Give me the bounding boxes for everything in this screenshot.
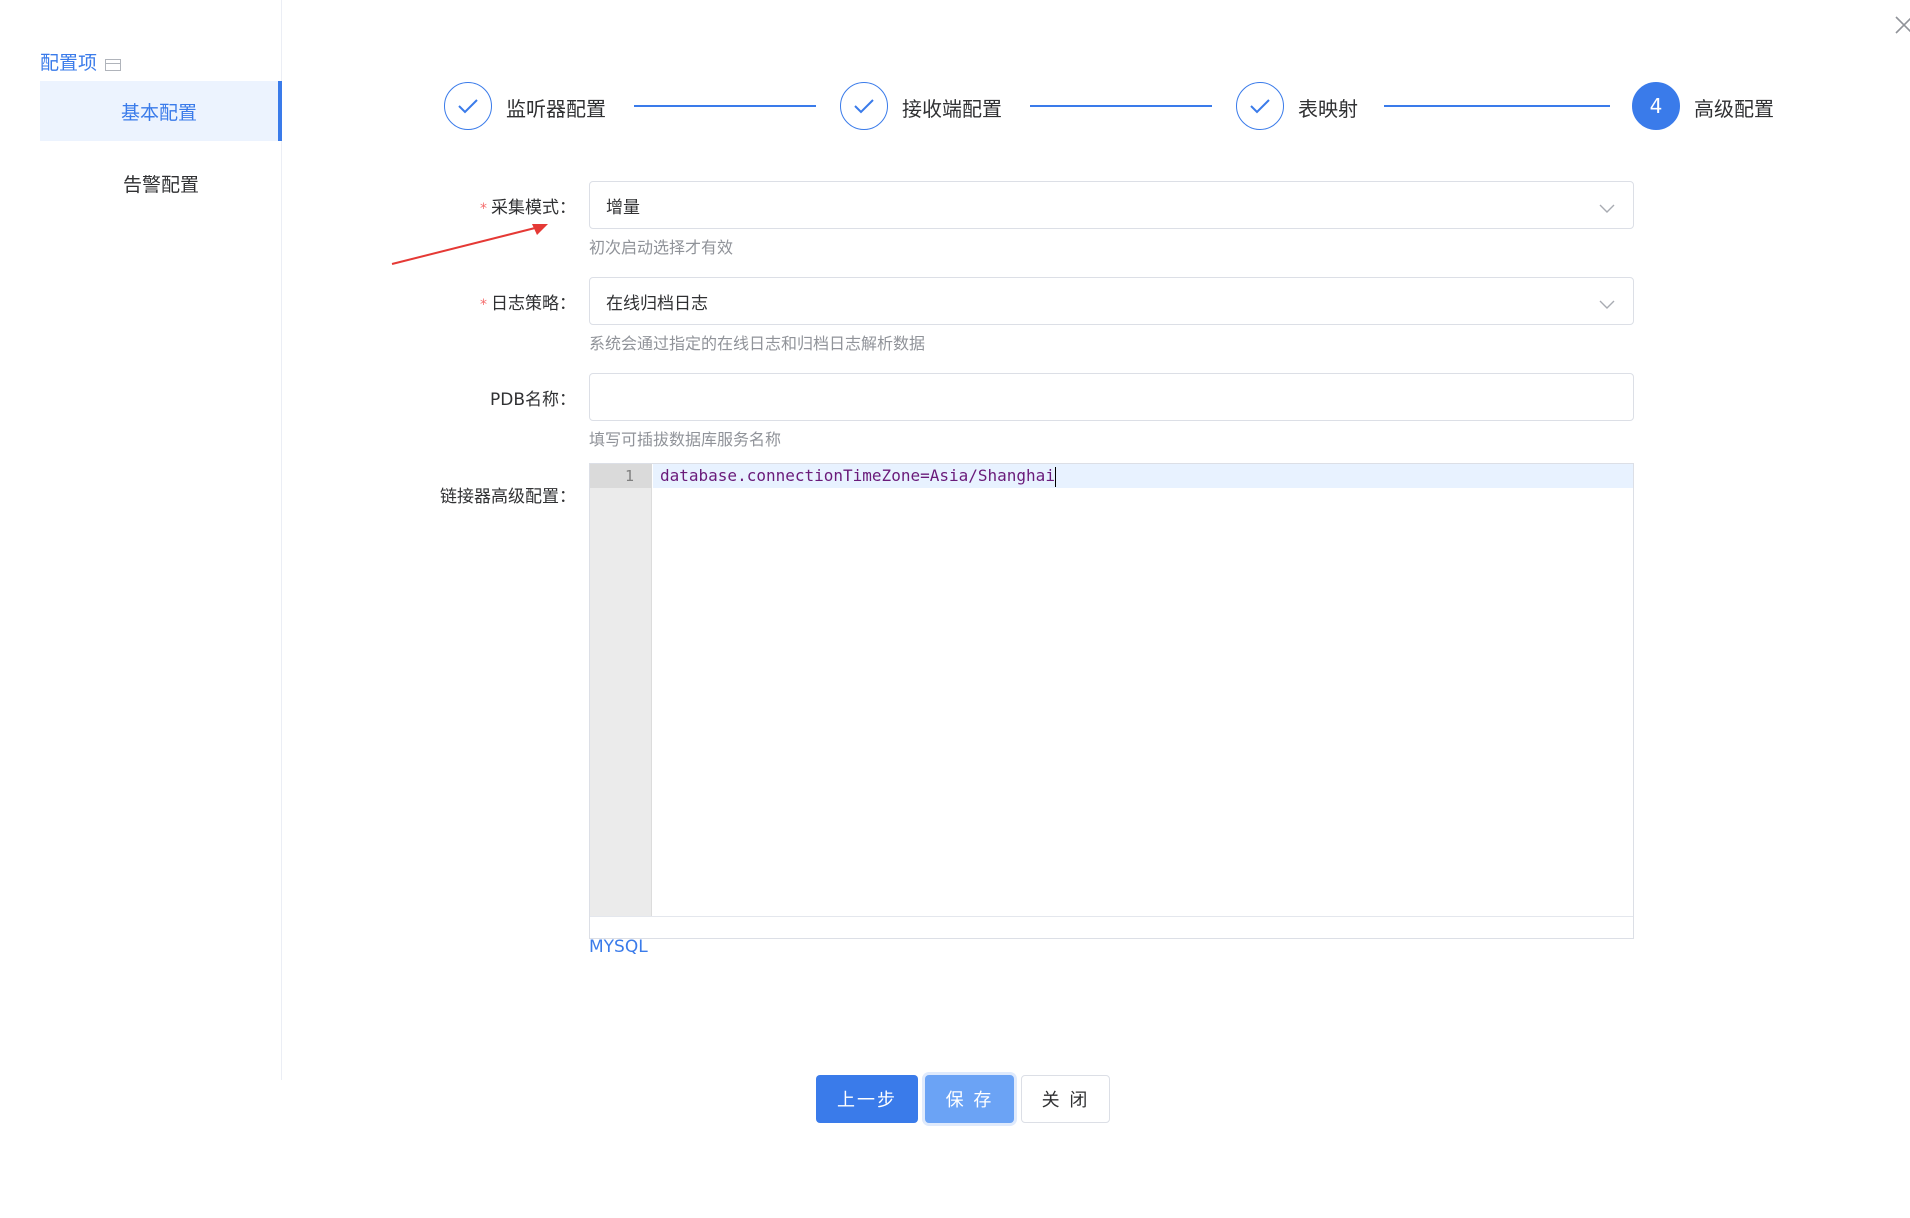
required-mark: * bbox=[480, 297, 487, 313]
editor-footer bbox=[590, 916, 1633, 938]
prev-step-button[interactable]: 上一步 bbox=[816, 1075, 918, 1123]
save-button[interactable]: 保 存 bbox=[925, 1075, 1014, 1123]
step-connector bbox=[1384, 105, 1610, 107]
line-number: 1 bbox=[590, 464, 652, 488]
log-strategy-label-text: 日志策略： bbox=[491, 294, 576, 314]
step-connector bbox=[634, 105, 816, 107]
code-text: database.connectionTimeZone=Asia/Shangha… bbox=[660, 466, 1055, 485]
config-sidebar: 配置项 基本配置 告警配置 bbox=[0, 0, 282, 1080]
table-icon bbox=[105, 58, 122, 71]
collect-mode-select[interactable]: 增量 bbox=[589, 181, 1634, 229]
sidebar-item-label: 基本配置 bbox=[120, 101, 197, 124]
pdb-name-label: PDB名称： bbox=[489, 390, 576, 410]
step-4-number: 4 bbox=[1632, 82, 1680, 130]
code-line[interactable]: database.connectionTimeZone=Asia/Shangha… bbox=[660, 464, 1056, 488]
sidebar-title-text: 配置项 bbox=[40, 52, 98, 74]
annotation-arrow-icon bbox=[391, 224, 548, 265]
sidebar-title: 配置项 bbox=[40, 48, 122, 75]
collect-mode-hint: 初次启动选择才有效 bbox=[589, 238, 734, 257]
log-strategy-label: * 日志策略： bbox=[396, 289, 576, 314]
step-3-check-icon bbox=[1236, 82, 1284, 130]
sidebar-item-alert-config[interactable]: 告警配置 bbox=[40, 153, 282, 213]
editor-mode-link[interactable]: MYSQL bbox=[589, 937, 648, 957]
sidebar-item-basic-config[interactable]: 基本配置 bbox=[40, 81, 282, 141]
step-2-check-icon bbox=[840, 82, 888, 130]
pdb-name-input[interactable] bbox=[589, 373, 1634, 421]
editor-gutter bbox=[590, 464, 652, 916]
chevron-down-icon bbox=[1599, 295, 1615, 315]
chevron-down-icon bbox=[1599, 199, 1615, 219]
sidebar-item-label: 告警配置 bbox=[122, 173, 199, 196]
log-strategy-value: 在线归档日志 bbox=[606, 293, 708, 314]
text-caret bbox=[1054, 466, 1056, 487]
step-connector bbox=[1030, 105, 1212, 107]
log-strategy-hint: 系统会通过指定的在线日志和归档日志解析数据 bbox=[589, 334, 926, 353]
close-button[interactable]: 关 闭 bbox=[1021, 1075, 1110, 1123]
step-2-label: 接收端配置 bbox=[902, 97, 1002, 121]
connector-advanced-label: 链接器高级配置： bbox=[440, 487, 576, 507]
collect-mode-value: 增量 bbox=[606, 197, 640, 218]
step-1-label: 监听器配置 bbox=[506, 97, 606, 121]
close-dialog-icon[interactable] bbox=[1893, 14, 1910, 36]
log-strategy-select[interactable]: 在线归档日志 bbox=[589, 277, 1634, 325]
code-editor[interactable]: 1 database.connectionTimeZone=Asia/Shang… bbox=[589, 463, 1634, 939]
step-1-check-icon bbox=[444, 82, 492, 130]
step-3-label: 表映射 bbox=[1298, 97, 1358, 121]
pdb-name-hint: 填写可插拔数据库服务名称 bbox=[589, 430, 782, 449]
step-4-label: 高级配置 bbox=[1694, 97, 1774, 121]
